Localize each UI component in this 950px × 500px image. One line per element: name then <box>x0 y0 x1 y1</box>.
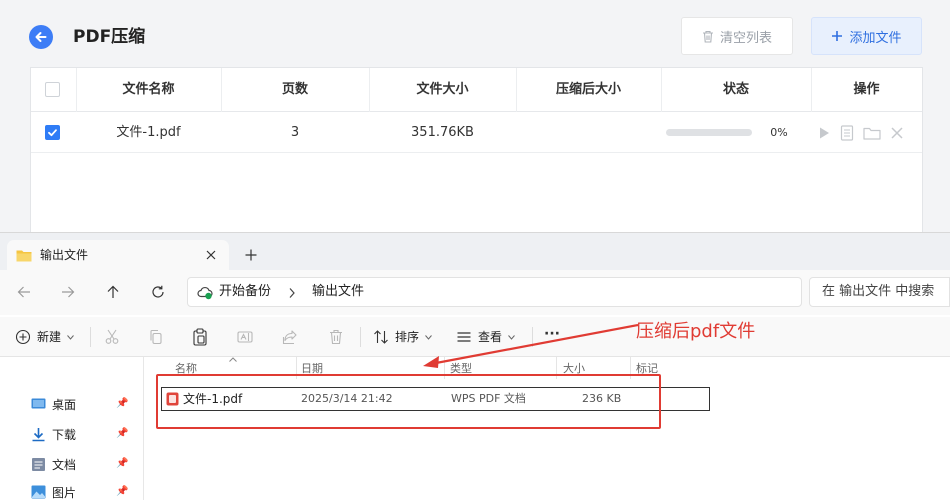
breadcrumb-output-folder[interactable]: 输出文件 <box>312 284 364 300</box>
row-page-count: 3 <box>290 125 300 140</box>
folder-icon <box>16 250 32 262</box>
column-header-compressed-size[interactable]: 压缩后大小 <box>516 68 661 112</box>
document-icon[interactable] <box>840 125 854 141</box>
close-tab-icon[interactable] <box>205 249 217 261</box>
new-button[interactable]: 新建 <box>15 329 74 345</box>
progress-percent: 0% <box>770 126 788 139</box>
cloud-sync-icon <box>197 287 213 300</box>
copy-icon[interactable] <box>148 329 164 345</box>
desktop-icon <box>31 398 46 408</box>
plus-icon <box>832 31 843 41</box>
sidebar-item-label: 文档 <box>52 457 77 472</box>
column-header-status[interactable]: 状态 <box>661 68 811 112</box>
sort-label: 排序 <box>395 330 420 344</box>
column-header-pages[interactable]: 页数 <box>221 68 369 112</box>
new-label: 新建 <box>37 330 62 344</box>
play-icon[interactable] <box>817 126 831 140</box>
paste-icon[interactable] <box>192 328 208 346</box>
select-all-checkbox[interactable] <box>45 82 60 97</box>
navigation-pane: 桌面 📌 下载 📌 文档 📌 图片 📌 <box>0 357 144 500</box>
download-icon <box>32 427 45 441</box>
row-actions <box>817 125 904 141</box>
sort-icon <box>374 330 388 344</box>
check-icon <box>48 129 57 137</box>
sidebar-item-pictures[interactable]: 图片 <box>31 483 76 500</box>
pin-icon[interactable]: 📌 <box>116 486 128 497</box>
pin-icon[interactable]: 📌 <box>116 458 128 469</box>
page-title: PDF压缩 <box>73 27 146 47</box>
picture-icon <box>31 485 46 499</box>
add-file-button[interactable]: 添加文件 <box>811 17 922 55</box>
annotation-label: 压缩后pdf文件 <box>636 321 756 342</box>
plus-circle-icon <box>15 329 31 345</box>
sidebar-item-label: 桌面 <box>52 397 77 412</box>
chevron-down-icon <box>67 334 74 340</box>
address-bar[interactable]: 开始备份 输出文件 <box>187 277 802 307</box>
row-checkbox[interactable] <box>45 125 60 140</box>
folder-icon[interactable] <box>863 126 881 141</box>
tab-output-folder[interactable]: 输出文件 <box>7 240 229 270</box>
sidebar-item-label: 图片 <box>52 485 77 500</box>
chevron-right-icon <box>289 288 295 298</box>
arrow-left-icon <box>35 32 47 42</box>
forward-arrow-icon[interactable] <box>61 285 75 299</box>
highlight-box <box>156 374 661 429</box>
rename-icon[interactable] <box>237 329 253 345</box>
document-icon <box>32 457 45 471</box>
breadcrumb-start-backup[interactable]: 开始备份 <box>219 284 271 300</box>
pin-icon[interactable]: 📌 <box>116 428 128 439</box>
sidebar-item-downloads[interactable]: 下载 <box>31 425 76 443</box>
file-table: 文件名称 页数 文件大小 压缩后大小 状态 操作 文件-1.pdf 3 351.… <box>30 67 923 237</box>
refresh-icon[interactable] <box>151 285 165 299</box>
sort-ascending-icon <box>229 357 237 362</box>
close-icon[interactable] <box>890 126 904 140</box>
tab-title: 输出文件 <box>40 248 89 262</box>
row-file-name: 文件-1.pdf <box>116 125 181 140</box>
pdf-compress-app: PDF压缩 清空列表 添加文件 文件名称 页数 文件大小 压缩后大小 状态 操作 <box>0 0 950 237</box>
toolbar-divider <box>90 327 91 347</box>
column-header-size[interactable]: 文件大小 <box>369 68 516 112</box>
row-compressed-size <box>516 112 661 153</box>
column-header-name[interactable]: 文件名称 <box>76 68 221 112</box>
back-arrow-icon[interactable] <box>17 285 31 299</box>
sidebar-item-label: 下载 <box>52 427 77 442</box>
back-button[interactable] <box>29 25 53 49</box>
up-arrow-icon[interactable] <box>106 285 120 299</box>
sidebar-item-desktop[interactable]: 桌面 <box>31 395 76 413</box>
column-header-actions: 操作 <box>853 82 880 97</box>
share-icon[interactable] <box>282 329 298 345</box>
delete-icon[interactable] <box>328 329 344 345</box>
progress-bar <box>666 129 752 136</box>
pin-icon[interactable]: 📌 <box>116 398 128 409</box>
row-file-size: 351.76KB <box>411 125 474 140</box>
clear-list-label: 清空列表 <box>719 30 772 46</box>
search-input[interactable]: 在 输出文件 中搜索 <box>809 277 950 307</box>
cut-icon[interactable] <box>104 329 120 345</box>
add-file-label: 添加文件 <box>849 30 902 46</box>
table-row[interactable]: 文件-1.pdf 3 351.76KB 0% <box>31 112 922 153</box>
tab-bar: 输出文件 <box>0 233 950 270</box>
toolbar-divider <box>360 327 361 347</box>
sidebar-item-documents[interactable]: 文档 <box>31 455 76 473</box>
annotation-arrow <box>423 323 639 368</box>
navigation-bar: 开始备份 输出文件 在 输出文件 中搜索 <box>0 270 950 315</box>
new-tab-icon[interactable] <box>245 249 257 261</box>
table-header: 文件名称 页数 文件大小 压缩后大小 状态 操作 <box>31 68 922 112</box>
clear-list-button[interactable]: 清空列表 <box>681 17 793 55</box>
trash-icon <box>702 30 713 43</box>
